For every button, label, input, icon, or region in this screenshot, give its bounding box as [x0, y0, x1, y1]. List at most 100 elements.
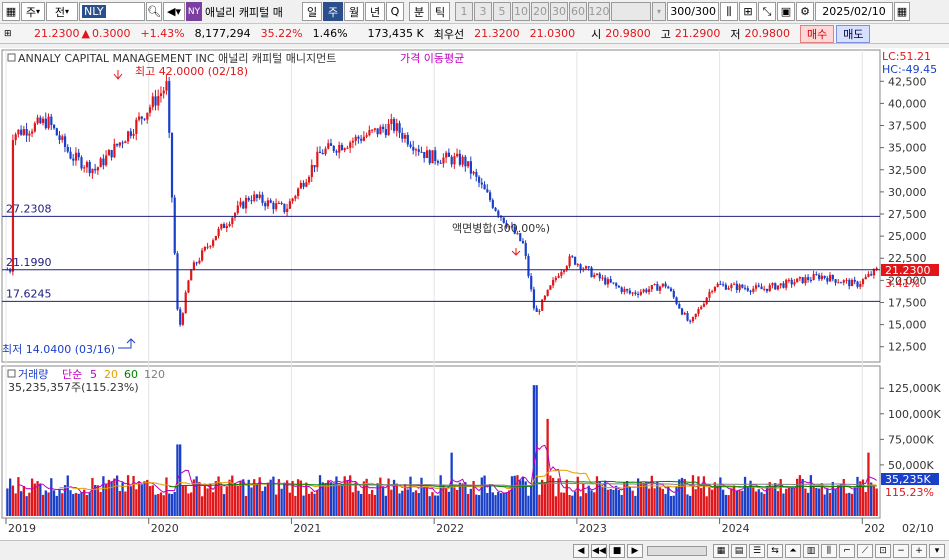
scroll-start-icon[interactable]: ◀: [573, 543, 589, 558]
candle-body: [445, 152, 448, 158]
line-chart-icon[interactable]: ⟋: [857, 543, 873, 558]
minute-10[interactable]: 10: [512, 2, 530, 21]
volume-bar: [527, 495, 530, 516]
market-select[interactable]: 주 ▾: [21, 2, 45, 21]
volume-bar: [99, 492, 102, 516]
zoom-in-icon[interactable]: +: [911, 543, 927, 558]
table-icon[interactable]: ▤: [731, 543, 747, 558]
period-week[interactable]: 주: [323, 2, 343, 21]
candle-body: [615, 283, 618, 286]
minute-5[interactable]: 5: [493, 2, 511, 21]
period-day[interactable]: 일: [302, 2, 322, 21]
volume-bar: [264, 486, 267, 516]
period-quarter[interactable]: Q: [386, 2, 404, 21]
grid-icon[interactable]: ▦: [2, 2, 20, 21]
minute-1[interactable]: 1: [455, 2, 473, 21]
candle-body: [442, 157, 445, 164]
bar-chart-icon[interactable]: ▥: [803, 543, 819, 558]
candle-body: [779, 283, 782, 286]
sell-button[interactable]: 매도: [836, 24, 871, 43]
candle-body: [239, 201, 242, 206]
candle-body: [107, 150, 111, 156]
period-minute[interactable]: 분: [409, 2, 429, 21]
save-icon[interactable]: ▣: [777, 2, 795, 21]
chevron-down-icon[interactable]: ▾: [652, 2, 666, 21]
candle-body: [50, 116, 53, 125]
volume-bar: [162, 495, 165, 516]
volume-bar: [44, 490, 47, 516]
custom-period-input[interactable]: [611, 2, 651, 21]
minute-3[interactable]: 3: [474, 2, 492, 21]
volume-bar: [124, 491, 127, 516]
chart-type-icon[interactable]: ⏶: [785, 543, 801, 558]
period-month[interactable]: 월: [344, 2, 364, 21]
volume-bar: [741, 490, 744, 516]
candle-body: [283, 203, 286, 213]
candle-body: [228, 224, 231, 226]
list-icon[interactable]: ☰: [749, 543, 765, 558]
volume-bar: [508, 490, 511, 516]
volume-bar: [373, 494, 377, 516]
volume-bar: [497, 492, 500, 516]
speaker-icon[interactable]: ◀▾: [163, 2, 185, 21]
minimize-icon[interactable]: ▾: [929, 543, 945, 558]
gear-icon[interactable]: ⚙: [796, 2, 814, 21]
candle-body: [253, 194, 256, 201]
date-input[interactable]: 2025/02/10: [815, 2, 893, 21]
candle-body: [42, 118, 45, 124]
candle-body: [653, 284, 656, 286]
candle-body: [379, 126, 382, 135]
volume-bar: [480, 477, 483, 516]
price-tick-label: 30,000: [888, 186, 927, 199]
fit-icon[interactable]: ⊡: [875, 543, 891, 558]
candle-body: [450, 156, 453, 165]
candle-body: [859, 283, 862, 287]
chart-area[interactable]: 27.2308 21.1990 17.6245 42,500 40,000 37,500…: [0, 48, 949, 540]
compare-icon[interactable]: ⇆: [767, 543, 783, 558]
market-type-select[interactable]: 전 ▾: [46, 2, 78, 21]
count-input[interactable]: 300/300: [667, 2, 719, 21]
stop-icon[interactable]: ■: [609, 543, 625, 558]
candle-type-icon[interactable]: ⫼: [720, 2, 738, 21]
candle-body: [201, 250, 204, 261]
candle-body: [22, 129, 26, 135]
x-axis-labels: 2019 2020 2021 2022 2023 2024 202: [8, 522, 885, 535]
candle-body: [74, 152, 78, 161]
scroll-slider[interactable]: [647, 545, 707, 556]
candle-body: [475, 171, 478, 177]
search-icon[interactable]: 🔍︎: [146, 2, 162, 21]
calendar-icon[interactable]: ▦: [894, 2, 910, 21]
minute-60[interactable]: 60: [569, 2, 587, 21]
volume-bar: [157, 493, 160, 516]
volume-bar: [72, 494, 75, 516]
indicator-icon[interactable]: ⊞: [739, 2, 757, 21]
period-tick[interactable]: 틱: [430, 2, 450, 21]
period-year[interactable]: 년: [365, 2, 385, 21]
zoom-out-icon[interactable]: −: [893, 543, 909, 558]
scroll-right-icon[interactable]: ▶: [627, 543, 643, 558]
buy-button[interactable]: 매수: [799, 24, 835, 43]
candle-body: [488, 192, 492, 201]
minute-120[interactable]: 120: [588, 2, 610, 21]
candle-body: [343, 148, 346, 151]
volume-bar: [694, 489, 697, 516]
minute-20[interactable]: 20: [531, 2, 549, 21]
volume-bar: [735, 490, 738, 516]
ticker-input[interactable]: NLY: [79, 2, 145, 21]
candle-icon[interactable]: ⫼: [821, 543, 837, 558]
layout-icon[interactable]: ▦: [713, 543, 729, 558]
minute-30[interactable]: 30: [550, 2, 568, 21]
volume-bar: [875, 488, 878, 516]
volume-bar: [129, 486, 132, 516]
scroll-left-icon[interactable]: ◀◀: [591, 543, 607, 558]
draw-tool-icon[interactable]: ⤡: [758, 2, 776, 21]
expand-icon[interactable]: ⊞: [4, 29, 26, 39]
volume-bar: [244, 495, 248, 516]
step-icon[interactable]: ⌐: [839, 543, 855, 558]
candle-body: [549, 285, 552, 290]
chart-svg[interactable]: 27.2308 21.1990 17.6245 42,500 40,000 37,500…: [0, 48, 949, 540]
volume-bar: [379, 477, 382, 516]
volume-bar: [50, 478, 53, 516]
volume-bar: [239, 480, 242, 516]
candle-body: [494, 207, 497, 211]
